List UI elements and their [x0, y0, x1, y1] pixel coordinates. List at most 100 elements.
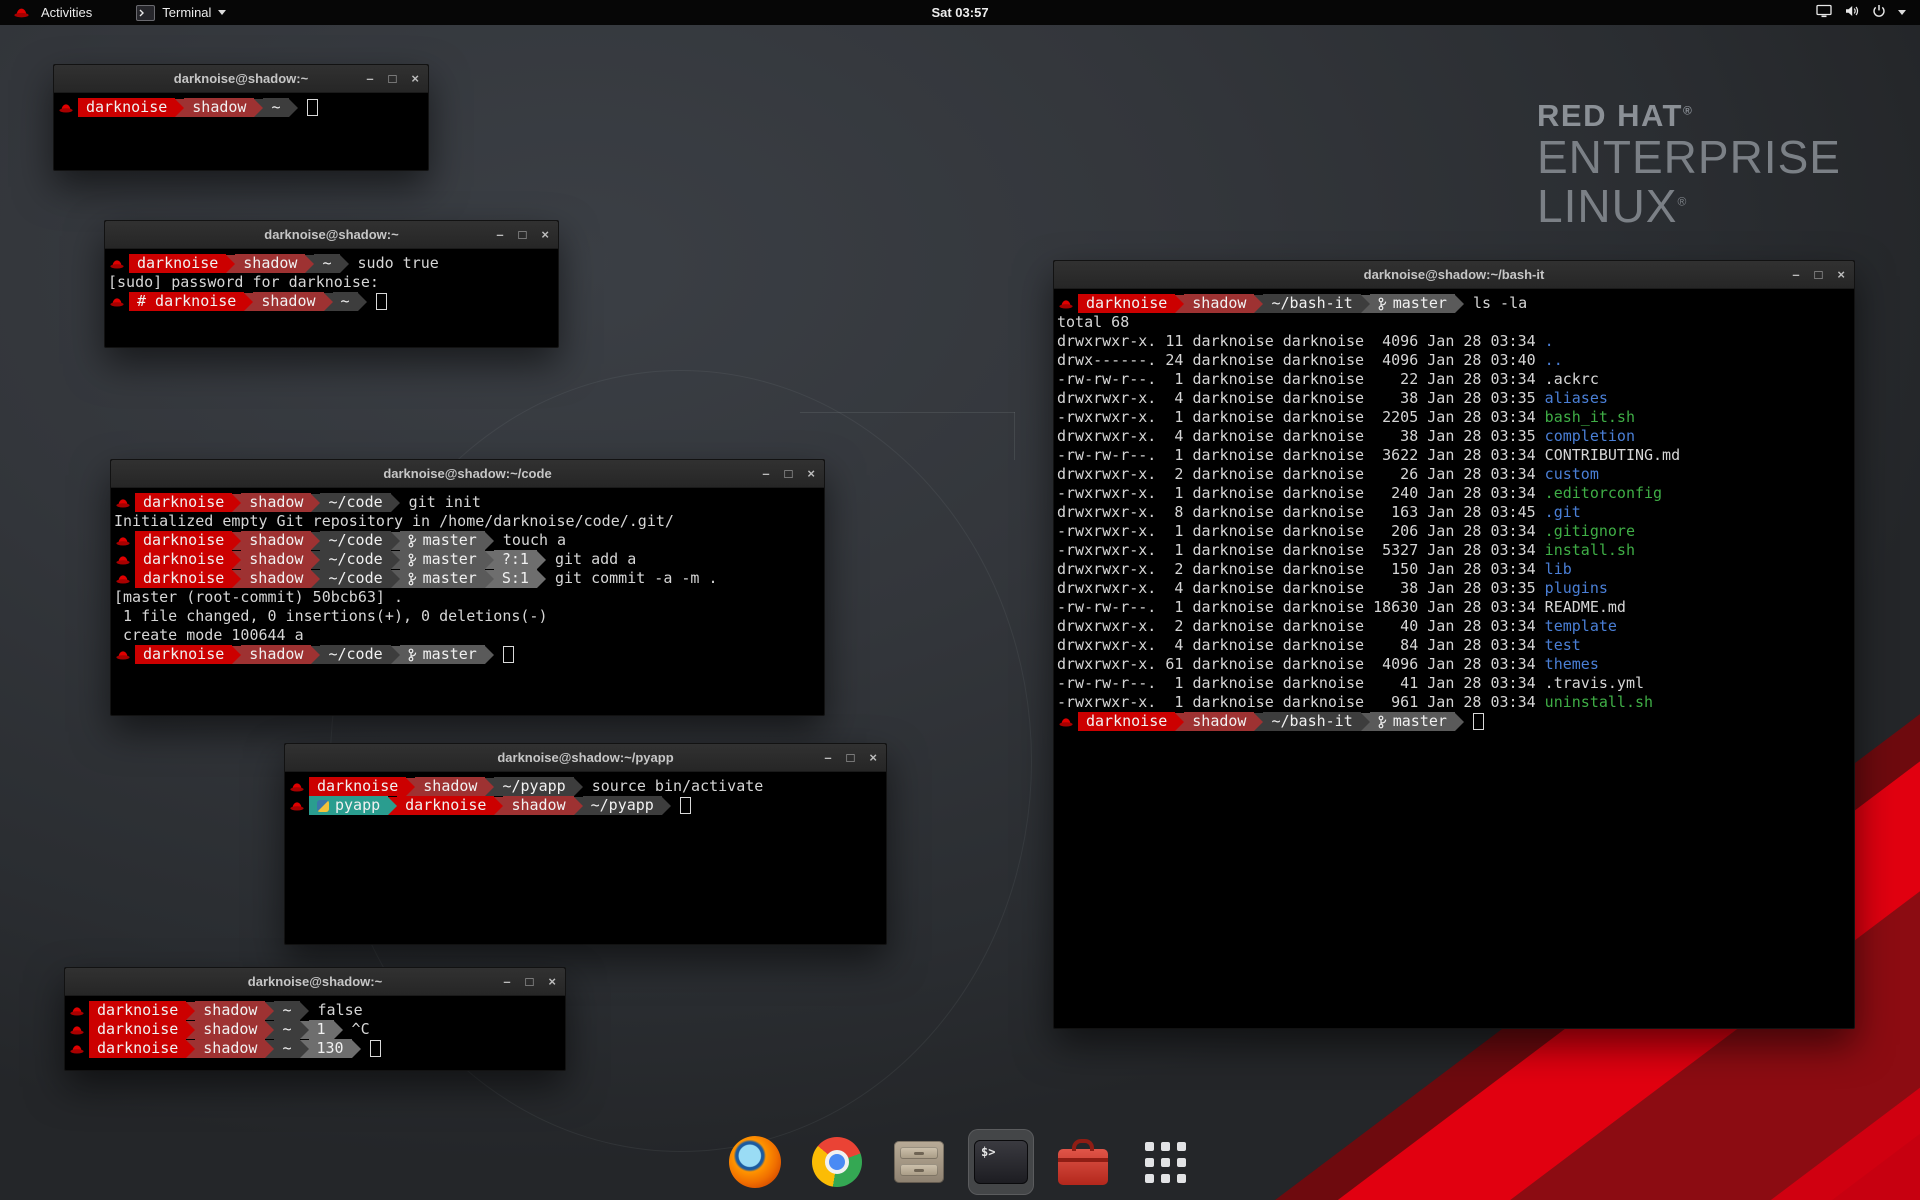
terminal-window-code: darknoise@shadow:~/code–□×darknoiseshado… — [110, 459, 825, 716]
window-title: darknoise@shadow:~/pyapp — [497, 750, 673, 765]
terminal-text: lib — [1545, 560, 1572, 579]
window-titlebar[interactable]: darknoise@shadow:~/bash-it–□× — [1054, 261, 1854, 289]
top-bar: Activities Terminal Sat 03:57 — [0, 0, 1920, 25]
terminal-window-exit-codes: darknoise@shadow:~–□×darknoiseshadow~ fa… — [64, 967, 566, 1071]
prompt-segment: 130 — [309, 1039, 352, 1058]
powerline-arrow-icon — [226, 255, 235, 273]
close-button[interactable]: × — [1837, 268, 1845, 281]
terminal-line: drwxrwxr-x. 4 darknoise darknoise 38 Jan… — [1057, 389, 1851, 408]
dock-toolbox[interactable] — [1051, 1130, 1115, 1194]
terminal-body[interactable]: darknoiseshadow~ falsedarknoiseshadow~1 … — [65, 996, 565, 1062]
window-titlebar[interactable]: darknoise@shadow:~–□× — [65, 968, 565, 996]
terminal-text: custom — [1545, 465, 1599, 484]
terminal-line: pyappdarknoiseshadow~/pyapp — [288, 796, 883, 815]
prompt-segment: shadow — [195, 1039, 265, 1058]
terminal-text: ^C — [343, 1020, 370, 1039]
activities-button[interactable]: Activities — [0, 0, 102, 25]
terminal-text: sudo true — [349, 254, 439, 273]
prompt-segment: ?:1 — [494, 550, 537, 569]
minimize-button[interactable]: – — [503, 975, 510, 988]
terminal-text: drwxrwxr-x. 4 darknoise darknoise 38 Jan… — [1057, 389, 1545, 408]
powerline-arrow-icon — [537, 551, 546, 569]
icon-part — [1177, 1142, 1186, 1151]
window-titlebar[interactable]: darknoise@shadow:~–□× — [105, 221, 558, 249]
window-buttons: – □ × — [762, 460, 815, 487]
git-branch-icon — [408, 648, 418, 662]
close-button[interactable]: × — [807, 467, 815, 480]
powerline-arrow-icon — [1175, 295, 1184, 313]
prompt-segment: ~/pyapp — [494, 777, 573, 796]
dock-app-grid[interactable] — [1133, 1130, 1197, 1194]
powerline-arrow-icon — [358, 293, 367, 311]
terminal-text: touch a — [494, 531, 566, 550]
terminal-text: plugins — [1545, 579, 1608, 598]
minimize-button[interactable]: – — [1792, 268, 1799, 281]
powerline-arrow-icon — [1254, 295, 1263, 313]
terminal-text: -rw-rw-r--. 1 darknoise darknoise 18630 … — [1057, 598, 1626, 617]
fedora-icon — [1059, 717, 1073, 727]
terminal-text: 1 file changed, 0 insertions(+), 0 delet… — [114, 607, 547, 626]
maximize-button[interactable]: □ — [847, 751, 855, 764]
system-status-area[interactable] — [1816, 0, 1920, 25]
terminal-text: aliases — [1545, 389, 1608, 408]
app-grid-icon — [1145, 1142, 1186, 1183]
prompt-segment: ~ — [274, 1039, 299, 1058]
minimize-button[interactable]: – — [824, 751, 831, 764]
powerline-arrow-icon — [186, 1040, 195, 1058]
window-titlebar[interactable]: darknoise@shadow:~–□× — [54, 65, 428, 93]
powerline-arrow-icon — [391, 570, 400, 588]
minimize-button[interactable]: – — [496, 228, 503, 241]
dock-terminal[interactable]: $> — [969, 1130, 1033, 1194]
dock-chrome[interactable] — [805, 1130, 869, 1194]
terminal-window-sudo: darknoise@shadow:~–□×darknoiseshadow~ su… — [104, 220, 559, 348]
dock-firefox[interactable] — [723, 1130, 787, 1194]
prompt-segment: ~/bash-it — [1263, 712, 1360, 731]
terminal-line: -rwxrwxr-x. 1 darknoise darknoise 961 Ja… — [1057, 693, 1851, 712]
maximize-button[interactable]: □ — [526, 975, 534, 988]
powerline-arrow-icon — [391, 646, 400, 664]
powerline-arrow-icon — [300, 1040, 309, 1058]
terminal-window-bash-it: darknoise@shadow:~/bash-it–□×darknoisesh… — [1053, 260, 1855, 1029]
prompt-segment: ~/code — [320, 569, 390, 588]
fedora-icon — [116, 536, 130, 546]
terminal-line: total 68 — [1057, 313, 1851, 332]
prompt-segment: master — [400, 645, 485, 664]
powerline-arrow-icon — [1361, 295, 1370, 313]
close-button[interactable]: × — [411, 72, 419, 85]
prompt-segment: shadow — [415, 777, 485, 796]
terminal-cursor — [307, 99, 318, 116]
terminal-body[interactable]: darknoiseshadow~/code git initInitialize… — [111, 488, 824, 668]
prompt-segment: ~ — [263, 98, 288, 117]
terminal-body[interactable]: darknoiseshadow~ sudo true[sudo] passwor… — [105, 249, 558, 315]
window-titlebar[interactable]: darknoise@shadow:~/pyapp – □ × — [285, 744, 886, 772]
dock-files[interactable] — [887, 1130, 951, 1194]
maximize-button[interactable]: □ — [519, 228, 527, 241]
close-button[interactable]: × — [548, 975, 556, 988]
clock[interactable]: Sat 03:57 — [931, 5, 988, 20]
terminal-line: darknoiseshadow~/bash-itmaster — [1057, 712, 1851, 731]
prompt-segment: ~ — [314, 254, 339, 273]
chevron-down-icon — [1898, 10, 1906, 15]
terminal-line: drwxrwxr-x. 2 darknoise darknoise 150 Ja… — [1057, 560, 1851, 579]
terminal-line: # darknoiseshadow~ — [108, 292, 555, 311]
terminal-text: -rwxrwxr-x. 1 darknoise darknoise 2205 J… — [1057, 408, 1545, 427]
close-button[interactable]: × — [541, 228, 549, 241]
terminal-line: drwxrwxr-x. 2 darknoise darknoise 26 Jan… — [1057, 465, 1851, 484]
close-button[interactable]: × — [869, 751, 877, 764]
terminal-line: darknoiseshadow~/codemaster touch a — [114, 531, 821, 550]
icon-part — [1161, 1158, 1170, 1167]
maximize-button[interactable]: □ — [785, 467, 793, 480]
app-menu-terminal[interactable]: Terminal — [126, 0, 236, 25]
terminal-body[interactable]: darknoiseshadow~/pyapp source bin/activa… — [285, 772, 886, 819]
maximize-button[interactable]: □ — [1815, 268, 1823, 281]
terminal-text: -rwxrwxr-x. 1 darknoise darknoise 206 Ja… — [1057, 522, 1545, 541]
maximize-button[interactable]: □ — [389, 72, 397, 85]
terminal-text: -rwxrwxr-x. 1 darknoise darknoise 961 Ja… — [1057, 693, 1545, 712]
minimize-button[interactable]: – — [762, 467, 769, 480]
terminal-body[interactable]: darknoiseshadow~/bash-itmaster ls -latot… — [1054, 289, 1854, 735]
terminal-body[interactable]: darknoiseshadow~ — [54, 93, 428, 121]
window-titlebar[interactable]: darknoise@shadow:~/code–□× — [111, 460, 824, 488]
minimize-button[interactable]: – — [366, 72, 373, 85]
dock: $> — [0, 1130, 1920, 1194]
terminal-cursor — [370, 1040, 381, 1057]
